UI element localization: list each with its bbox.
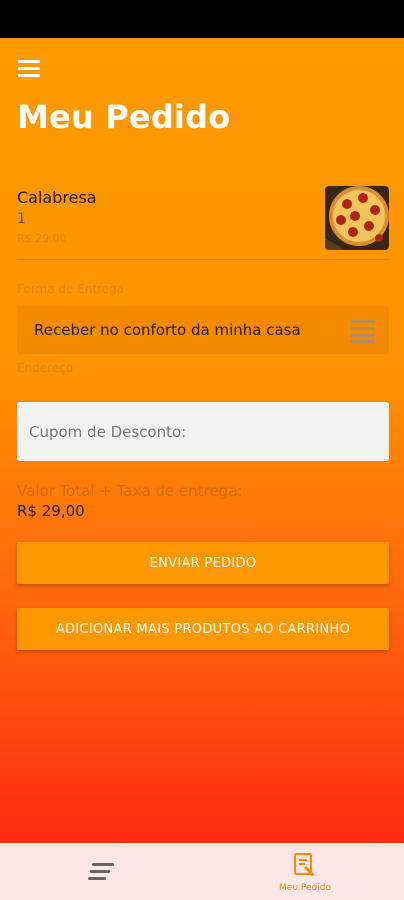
total-value: R$ 29,00 [17, 502, 85, 520]
cart-item-price: R$ 29,00 [17, 232, 67, 245]
page-title: Meu Pedido [17, 98, 231, 136]
coupon-input[interactable] [17, 402, 389, 461]
address-label: Endereço [17, 361, 74, 375]
nav-item-menu[interactable] [78, 843, 128, 900]
nav-item-label: Meu Pedido [279, 883, 331, 893]
menu-lines-icon [92, 863, 114, 866]
order-icon [294, 853, 315, 876]
bottom-navigation: Meu Pedido [0, 843, 404, 900]
status-bar [0, 0, 404, 38]
cart-item-quantity: 1 [17, 211, 26, 227]
send-order-button[interactable]: ENVIAR PEDIDO [17, 542, 389, 584]
pizza-image [325, 186, 389, 250]
divider [17, 259, 389, 260]
delivery-method-value: Receber no conforto da minha casa [34, 321, 301, 339]
delivery-method-select[interactable]: Receber no conforto da minha casa [17, 306, 389, 354]
list-icon [351, 318, 375, 343]
hamburger-menu-icon[interactable] [18, 60, 40, 78]
order-screen: Meu Pedido Calabresa 1 R$ 29,00 Forma de… [0, 38, 404, 843]
delivery-method-label: Forma de Entrega [17, 282, 125, 296]
total-label: Valor Total + Taxa de entrega: [17, 482, 243, 500]
cart-item-name: Calabresa [17, 188, 97, 207]
add-more-products-button[interactable]: ADICIONAR MAIS PRODUTOS AO CARRINHO [17, 608, 389, 650]
nav-item-my-order[interactable]: Meu Pedido [260, 843, 350, 900]
